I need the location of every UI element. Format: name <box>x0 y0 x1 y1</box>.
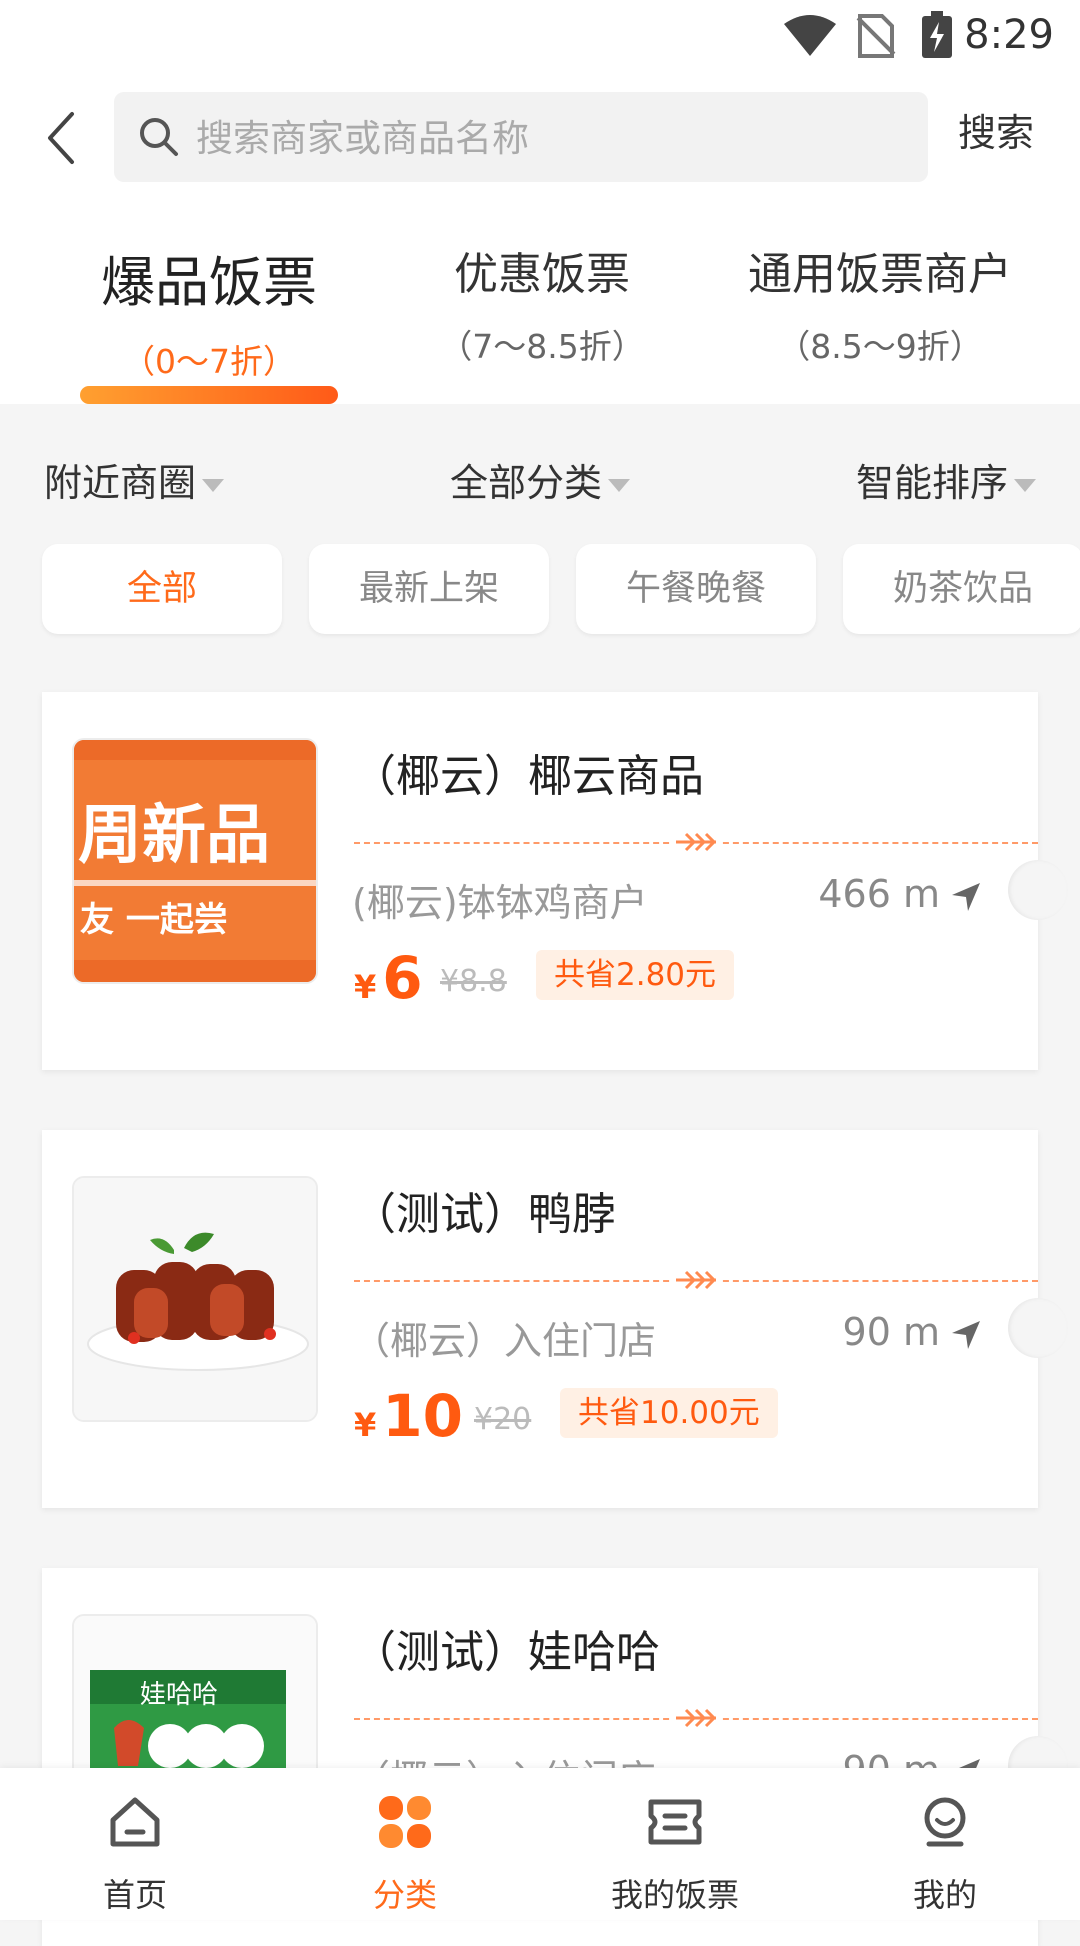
product-title: （测试）鸭脖 <box>352 1189 616 1240</box>
tab-title: 通用饭票商户 <box>748 249 1012 300</box>
original-price: ¥20 <box>474 1402 532 1437</box>
shop-name: （椰云）入住门店 <box>352 1319 657 1363</box>
original-price: ¥8.8 <box>440 964 507 999</box>
clock: 8:29 <box>964 12 1054 58</box>
dropdown-arrow-icon <box>202 479 225 492</box>
nav-label: 我的 <box>912 1876 977 1914</box>
filter-category[interactable]: 全部分类 <box>450 452 631 507</box>
search-button[interactable]: 搜索 <box>958 102 1034 157</box>
status-bar: 8:29 <box>0 0 1080 72</box>
dropdown-arrow-icon <box>1014 479 1037 492</box>
chip-all[interactable]: 全部 <box>42 544 282 634</box>
price-value: 10 <box>382 1382 463 1450</box>
nav-home[interactable]: 首页 <box>0 1768 270 1920</box>
currency-symbol: ¥ <box>354 968 377 1006</box>
wheat-icon <box>672 1702 720 1734</box>
product-card[interactable]: 周新品 友 一起尝 （椰云）椰云商品 (椰云)钵钵鸡商户 466 m ¥6 ¥8… <box>42 692 1068 1070</box>
price: ¥6 <box>354 944 423 1012</box>
tab-title: 爆品饭票 <box>101 251 317 314</box>
search-box[interactable] <box>114 92 928 184</box>
filter-sort[interactable]: 智能排序 <box>856 452 1037 507</box>
ticket-icon <box>648 1799 702 1845</box>
navigation-arrow-icon <box>952 882 980 911</box>
chip-lunch-dinner[interactable]: 午餐晚餐 <box>576 544 816 634</box>
distance-value: 90 m <box>842 1310 940 1354</box>
shop-name: (椰云)钵钵鸡商户 <box>352 881 648 925</box>
filter-label: 附近商圈 <box>44 461 197 505</box>
search-input[interactable] <box>194 92 918 184</box>
wheat-icon <box>672 1264 720 1296</box>
distance: 466 m <box>818 872 982 916</box>
saving-badge: 共省10.00元 <box>560 1388 778 1438</box>
bottom-navigation: 首页 分类 我的饭票 我的 <box>0 1768 1080 1920</box>
distance-value: 466 m <box>818 872 940 916</box>
navigation-arrow-icon <box>952 1320 980 1349</box>
price-value: 6 <box>382 944 423 1012</box>
search-icon <box>140 118 178 156</box>
home-icon <box>110 1797 160 1847</box>
chip-new-arrivals[interactable]: 最新上架 <box>309 544 549 634</box>
tab-hot-tickets[interactable]: 爆品饭票 （0～7折） <box>70 238 348 383</box>
tab-discount-tickets[interactable]: 优惠饭票 （7～8.5折） <box>400 238 684 368</box>
tab-title: 优惠饭票 <box>454 249 630 300</box>
product-title: （椰云）椰云商品 <box>352 751 704 802</box>
distance: 90 m <box>843 1310 982 1354</box>
ticket-notch <box>1008 1298 1068 1358</box>
header: 搜索 <box>0 72 1080 188</box>
wheat-icon <box>672 826 720 858</box>
nav-profile[interactable]: 我的 <box>810 1768 1080 1920</box>
profile-icon <box>924 1797 966 1847</box>
nav-category[interactable]: 分类 <box>270 1768 540 1920</box>
filter-label: 智能排序 <box>856 461 1009 505</box>
currency-symbol: ¥ <box>354 1406 377 1444</box>
product-title: （测试）娃哈哈 <box>352 1627 660 1678</box>
price: ¥10 <box>354 1382 463 1450</box>
nav-label: 我的饭票 <box>610 1876 739 1914</box>
saving-badge: 共省2.80元 <box>536 950 735 1000</box>
nav-label: 分类 <box>372 1876 437 1914</box>
chip-milk-tea[interactable]: 奶茶饮品 <box>843 544 1080 634</box>
product-image: 周新品 友 一起尝 <box>72 738 318 984</box>
wifi-icon <box>784 15 836 56</box>
thumb-text: 娃哈哈 <box>140 1680 219 1710</box>
no-sim-icon <box>856 14 896 58</box>
thumb-text: 周新品 <box>78 799 270 873</box>
tab-range: （0～7折） <box>122 342 296 381</box>
category-icon <box>379 1796 431 1848</box>
filter-label: 全部分类 <box>450 461 603 505</box>
back-icon[interactable] <box>38 108 88 168</box>
tab-range: （8.5～9折） <box>777 327 983 366</box>
product-card[interactable]: （测试）鸭脖 （椰云）入住门店 90 m ¥10 ¥20 共省10.00元 <box>42 1130 1068 1508</box>
quick-filter-chips: 全部 最新上架 午餐晚餐 奶茶饮品 <box>0 544 1080 636</box>
filter-row: 附近商圈 全部分类 智能排序 <box>0 404 1080 534</box>
nav-label: 首页 <box>102 1876 167 1914</box>
tab-range: （7～8.5折） <box>439 327 645 366</box>
nav-my-tickets[interactable]: 我的饭票 <box>540 1768 810 1920</box>
battery-charging-icon <box>922 11 952 58</box>
thumb-text: 友 一起尝 <box>80 900 228 940</box>
tab-bar: 爆品饭票 （0～7折） 优惠饭票 （7～8.5折） 通用饭票商户 （8.5～9折… <box>0 188 1080 404</box>
ticket-notch <box>1008 860 1068 920</box>
active-tab-indicator <box>80 386 338 404</box>
product-image <box>72 1176 318 1422</box>
dropdown-arrow-icon <box>608 479 631 492</box>
filter-nearby-area[interactable]: 附近商圈 <box>44 452 225 507</box>
tab-general-merchants[interactable]: 通用饭票商户 （8.5～9折） <box>720 238 1040 368</box>
